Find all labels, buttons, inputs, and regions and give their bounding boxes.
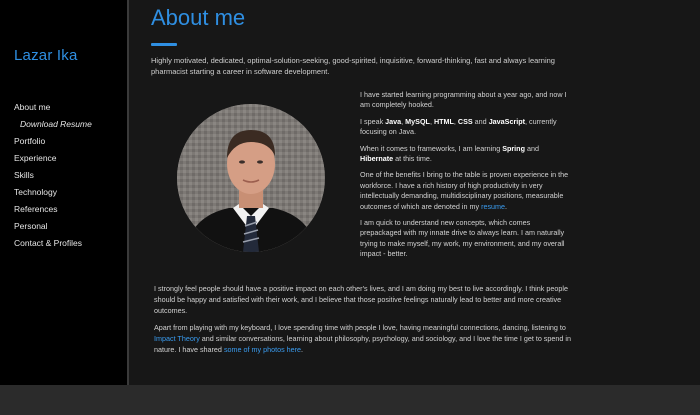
nav-item-personal[interactable]: Personal <box>14 218 92 235</box>
nav-item-skills[interactable]: Skills <box>14 167 92 184</box>
profile-photo <box>177 104 325 252</box>
nav-item-about[interactable]: About me <box>14 99 92 116</box>
skill-css: CSS <box>457 116 473 126</box>
skill-java: Java <box>385 116 402 126</box>
personal-text: I strongly feel people should have a pos… <box>154 284 579 363</box>
title-underline <box>151 43 177 46</box>
brand-name[interactable]: Lazar Ika <box>14 47 78 64</box>
nav-item-experience[interactable]: Experience <box>14 150 92 167</box>
about-paragraph-1: I have started learning programming abou… <box>360 90 567 110</box>
about-paragraph-5: I am quick to understand new concepts, w… <box>360 218 565 259</box>
footer-bar <box>0 385 700 415</box>
resume-link[interactable]: resume <box>481 202 505 211</box>
nav-item-technology[interactable]: Technology <box>14 184 92 201</box>
bottom-paragraph-2: Apart from playing with my keyboard, I l… <box>154 323 571 354</box>
photos-link[interactable]: some of my photos here <box>224 345 301 354</box>
main-content: About me Highly motivated, dedicated, op… <box>129 0 700 385</box>
framework-hibernate: Hibernate <box>360 154 394 164</box>
sidebar: Lazar Ika About me Download Resume Portf… <box>0 0 127 385</box>
nav-item-portfolio[interactable]: Portfolio <box>14 133 92 150</box>
nav-item-references[interactable]: References <box>14 201 92 218</box>
nav-item-download-resume[interactable]: Download Resume <box>14 116 92 133</box>
page-title: About me <box>151 5 246 30</box>
intro-text: Highly motivated, dedicated, optimal-sol… <box>151 56 555 76</box>
impact-theory-link[interactable]: Impact Theory <box>154 334 200 343</box>
sidebar-nav: About me Download Resume Portfolio Exper… <box>14 99 92 252</box>
portrait-illustration <box>177 104 325 252</box>
about-details: I have started learning programming abou… <box>360 90 572 266</box>
about-paragraph-2: I speak Java, MySQL, HTML, CSS and JavaS… <box>360 116 557 137</box>
skill-html: HTML <box>433 116 454 126</box>
nav-item-contact[interactable]: Contact & Profiles <box>14 235 92 252</box>
about-paragraph-4: One of the benefits I bring to the table… <box>360 170 569 211</box>
about-paragraph-3: When it comes to frameworks, I am learni… <box>360 143 539 164</box>
bottom-paragraph-1: I strongly feel people should have a pos… <box>154 284 568 315</box>
framework-spring: Spring <box>502 143 525 153</box>
skill-javascript: JavaScript <box>488 116 526 126</box>
skill-mysql: MySQL <box>405 116 430 126</box>
